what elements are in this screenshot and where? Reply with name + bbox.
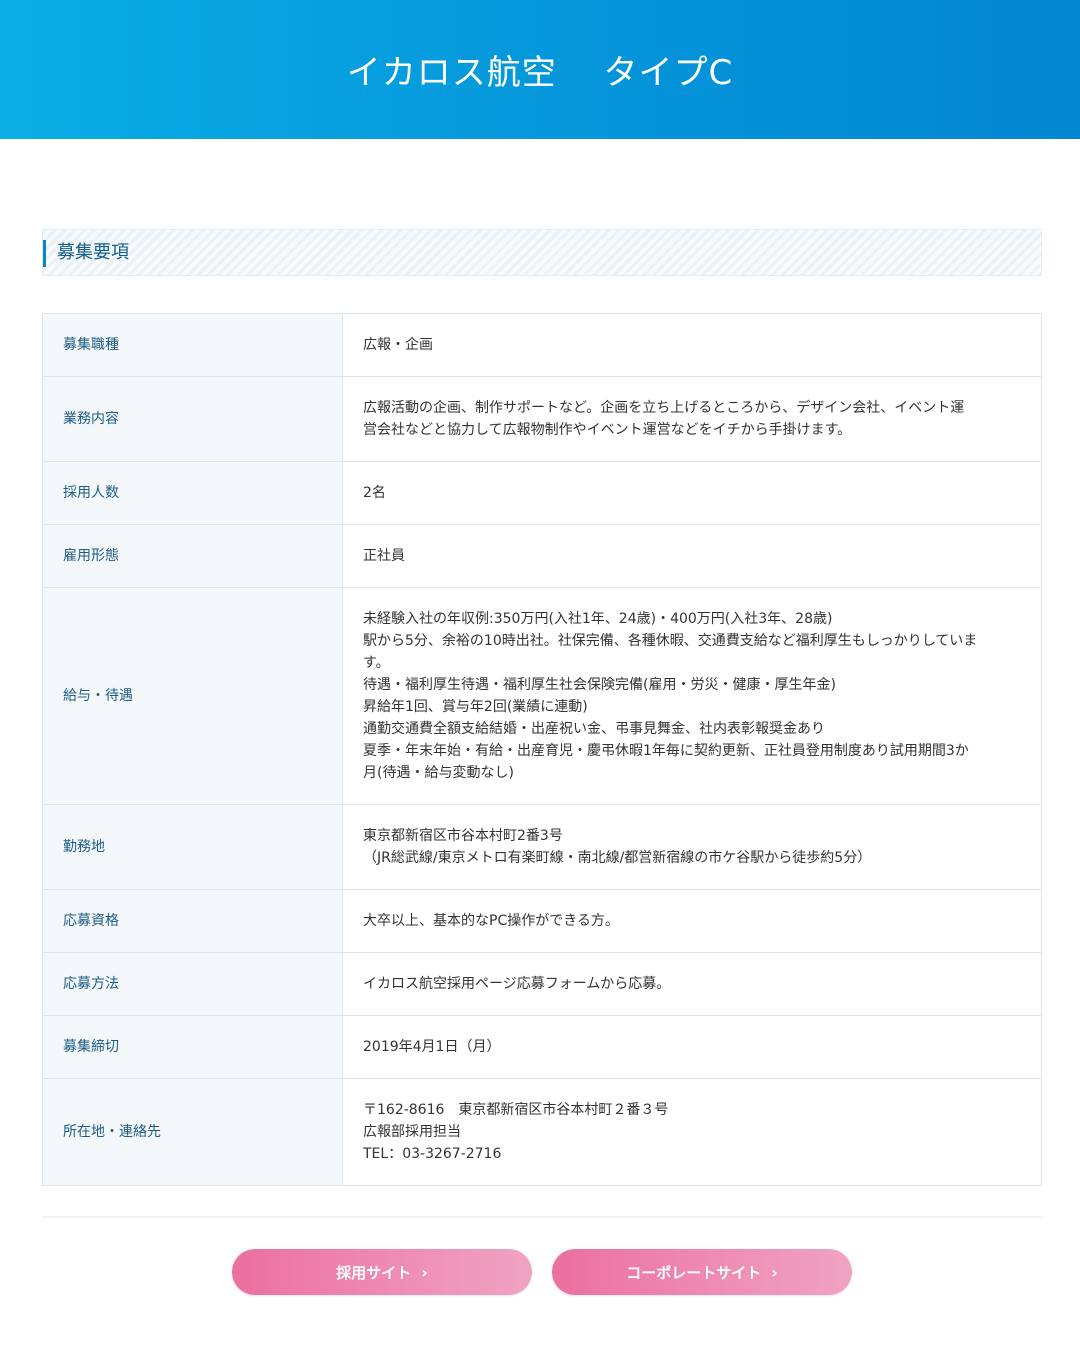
row-value: 未経験入社の年収例:350万円(入社1年、24歳)・400万円(入社3年、28歳…	[342, 587, 1042, 805]
table-row: 応募資格 大卒以上、基本的なPC操作ができる方。	[42, 889, 1042, 953]
chevron-right-icon: ›	[421, 1262, 428, 1282]
row-value-line: 2名	[363, 485, 386, 501]
row-value: 東京都新宿区市谷本村町2番3号 （JR総武線/東京メトロ有楽町線・南北線/都営新…	[342, 804, 1042, 890]
section-heading-label: 募集要項	[57, 242, 129, 263]
row-value-line: 営会社などと協力して広報物制作やイベント運営などをイチから手掛けます。	[363, 422, 852, 438]
row-value: 広報活動の企画、制作サポートなど。企画を立ち上げるところから、デザイン会社、イベ…	[342, 376, 1042, 462]
corporate-site-button-label: コーポレートサイト	[626, 1263, 762, 1282]
row-value-line: （JR総武線/東京メトロ有楽町線・南北線/都営新宿線の市ケ谷駅から徒歩約5分）	[363, 850, 872, 866]
row-value: 〒162-8616 東京都新宿区市谷本村町２番３号 広報部採用担当 TEL：03…	[342, 1078, 1042, 1186]
row-value-line: 広報活動の企画、制作サポートなど。企画を立ち上げるところから、デザイン会社、イベ…	[363, 400, 965, 416]
row-label: 募集締切	[42, 1015, 343, 1079]
row-value-line: 未経験入社の年収例:350万円(入社1年、24歳)・400万円(入社3年、28歳…	[363, 611, 833, 627]
row-value-line: 大卒以上、基本的なPC操作ができる方。	[363, 913, 619, 929]
table-row: 勤務地 東京都新宿区市谷本村町2番3号 （JR総武線/東京メトロ有楽町線・南北線…	[42, 804, 1042, 890]
row-value-line: 月(待遇・給与変動なし)	[363, 765, 514, 781]
row-value-line: 2019年4月1日（月）	[363, 1039, 501, 1055]
row-label: 募集職種	[42, 313, 343, 377]
row-label: 応募方法	[42, 952, 343, 1016]
row-label: 給与・待遇	[42, 587, 343, 805]
recruitment-table: 募集職種 広報・企画 業務内容 広報活動の企画、制作サポートなど。企画を立ち上げ…	[42, 313, 1042, 1186]
row-value: 大卒以上、基本的なPC操作ができる方。	[342, 889, 1042, 953]
page-title: イカロス航空 タイプC	[346, 53, 734, 93]
recruit-site-button-label: 採用サイト	[336, 1263, 412, 1282]
row-value: 2名	[342, 461, 1042, 525]
table-row: 所在地・連絡先 〒162-8616 東京都新宿区市谷本村町２番３号 広報部採用担…	[42, 1078, 1042, 1186]
chevron-right-icon: ›	[771, 1262, 778, 1282]
row-value: イカロス航空採用ページ応募フォームから応募。	[342, 952, 1042, 1016]
row-value: 2019年4月1日（月）	[342, 1015, 1042, 1079]
table-row: 募集締切 2019年4月1日（月）	[42, 1015, 1042, 1079]
corporate-site-button[interactable]: コーポレートサイト ›	[552, 1249, 852, 1295]
row-value-line: 広報部採用担当	[363, 1124, 461, 1140]
row-value: 広報・企画	[342, 313, 1042, 377]
section-heading-accent-bar	[43, 240, 46, 267]
row-value-line: イカロス航空採用ページ応募フォームから応募。	[363, 976, 671, 992]
row-value-line: 昇給年1回、賞与年2回(業績に連動)	[363, 699, 588, 715]
row-value-line: 広報・企画	[363, 337, 433, 353]
row-value-line: 通勤交通費全額支給結婚・出産祝い金、弔事見舞金、社内表彰報奨金あり	[363, 721, 825, 737]
row-value-line: 正社員	[363, 548, 405, 564]
row-value-line: 〒162-8616 東京都新宿区市谷本村町２番３号	[363, 1102, 669, 1118]
page-header: イカロス航空 タイプC	[0, 0, 1080, 139]
table-row: 給与・待遇 未経験入社の年収例:350万円(入社1年、24歳)・400万円(入社…	[42, 587, 1042, 805]
row-label: 応募資格	[42, 889, 343, 953]
table-row: 雇用形態 正社員	[42, 524, 1042, 588]
row-label: 勤務地	[42, 804, 343, 890]
row-value: 正社員	[342, 524, 1042, 588]
footer-divider	[42, 1216, 1042, 1218]
row-value-line: 東京都新宿区市谷本村町2番3号	[363, 828, 563, 844]
row-value-line: TEL：03-3267-2716	[363, 1146, 502, 1162]
recruit-site-button[interactable]: 採用サイト ›	[232, 1249, 532, 1295]
table-row: 業務内容 広報活動の企画、制作サポートなど。企画を立ち上げるところから、デザイン…	[42, 376, 1042, 462]
table-row: 応募方法 イカロス航空採用ページ応募フォームから応募。	[42, 952, 1042, 1016]
row-label: 採用人数	[42, 461, 343, 525]
row-value-line: 夏季・年末年始・有給・出産育児・慶弔休暇1年毎に契約更新、正社員登用制度あり試用…	[363, 743, 969, 759]
row-value-line: 待遇・福利厚生待遇・福利厚生社会保険完備(雇用・労災・健康・厚生年金)	[363, 677, 836, 693]
table-row: 採用人数 2名	[42, 461, 1042, 525]
table-row: 募集職種 広報・企画	[42, 313, 1042, 377]
row-label: 雇用形態	[42, 524, 343, 588]
row-label: 業務内容	[42, 376, 343, 462]
section-heading: 募集要項	[42, 229, 1042, 276]
row-label: 所在地・連絡先	[42, 1078, 343, 1186]
row-value-line: す。	[363, 655, 390, 671]
row-value-line: 駅から5分、余裕の10時出社。社保完備、各種休暇、交通費支給など福利厚生もしっか…	[363, 633, 978, 649]
